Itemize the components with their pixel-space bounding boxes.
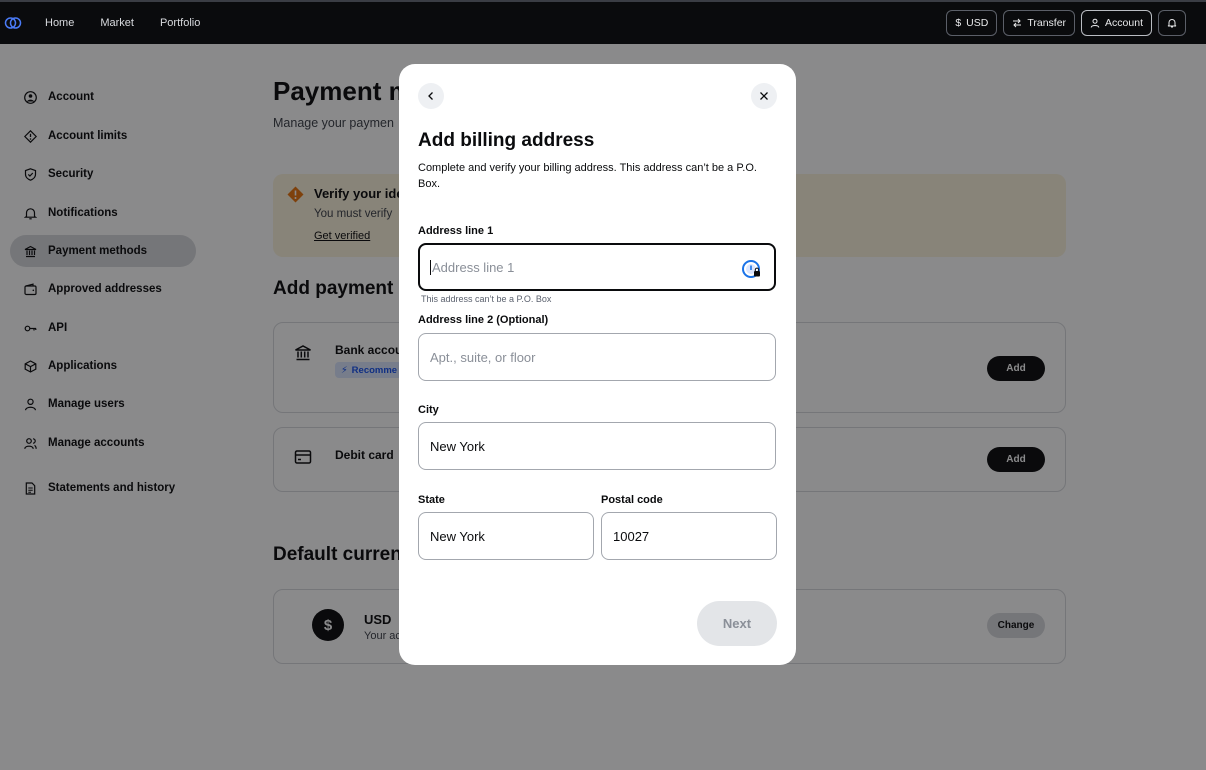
- close-icon: [760, 92, 768, 100]
- address-line-2-input[interactable]: Apt., suite, or floor: [418, 333, 776, 381]
- postal-code-label: Postal code: [601, 494, 663, 506]
- next-button[interactable]: Next: [697, 601, 777, 646]
- nav-home[interactable]: Home: [45, 17, 74, 29]
- nav-market[interactable]: Market: [100, 17, 134, 29]
- address-line-1-label: Address line 1: [418, 225, 494, 237]
- address-line-2-placeholder: Apt., suite, or floor: [430, 349, 536, 365]
- state-value: New York: [430, 528, 485, 544]
- nav-portfolio[interactable]: Portfolio: [160, 17, 200, 29]
- address-line-1-hint: This address can’t be a P.O. Box: [421, 294, 552, 304]
- dollar-icon: $: [955, 17, 962, 29]
- topbar-actions: $ USD Transfer Account: [946, 10, 1186, 36]
- logo-icon[interactable]: [4, 14, 22, 32]
- account-label: Account: [1105, 17, 1143, 29]
- user-icon: [1090, 18, 1100, 28]
- password-manager-icon[interactable]: [742, 259, 762, 279]
- text-caret: [430, 259, 431, 275]
- city-label: City: [418, 404, 439, 416]
- address-line-2-label: Address line 2 (Optional): [418, 314, 549, 326]
- add-billing-address-modal: Add billing address Complete and verify …: [399, 64, 796, 665]
- modal-title: Add billing address: [418, 130, 595, 151]
- close-button[interactable]: [751, 83, 777, 109]
- city-input[interactable]: New York: [418, 422, 776, 470]
- address-line-1-input[interactable]: Address line 1: [418, 243, 776, 291]
- transfer-button[interactable]: Transfer: [1003, 10, 1076, 36]
- top-navigation-bar: Home Market Portfolio $ USD Transfer Acc…: [0, 0, 1206, 44]
- main-nav: Home Market Portfolio: [45, 2, 226, 44]
- account-button[interactable]: Account: [1081, 10, 1152, 36]
- currency-label: USD: [966, 17, 989, 29]
- notifications-button[interactable]: [1158, 10, 1186, 36]
- state-input[interactable]: New York: [418, 512, 594, 560]
- bell-icon: [1167, 19, 1177, 28]
- city-value: New York: [430, 438, 485, 454]
- transfer-arrows-icon: [1013, 18, 1022, 28]
- postal-code-value: 10027: [613, 528, 650, 544]
- address-line-1-placeholder: Address line 1: [432, 259, 515, 275]
- transfer-label: Transfer: [1027, 17, 1067, 29]
- state-label: State: [418, 494, 445, 506]
- chevron-left-icon: [428, 92, 433, 100]
- back-button[interactable]: [418, 83, 444, 109]
- postal-code-input[interactable]: 10027: [601, 512, 777, 560]
- modal-description: Complete and verify your billing address…: [418, 162, 757, 190]
- currency-button[interactable]: $ USD: [946, 10, 998, 36]
